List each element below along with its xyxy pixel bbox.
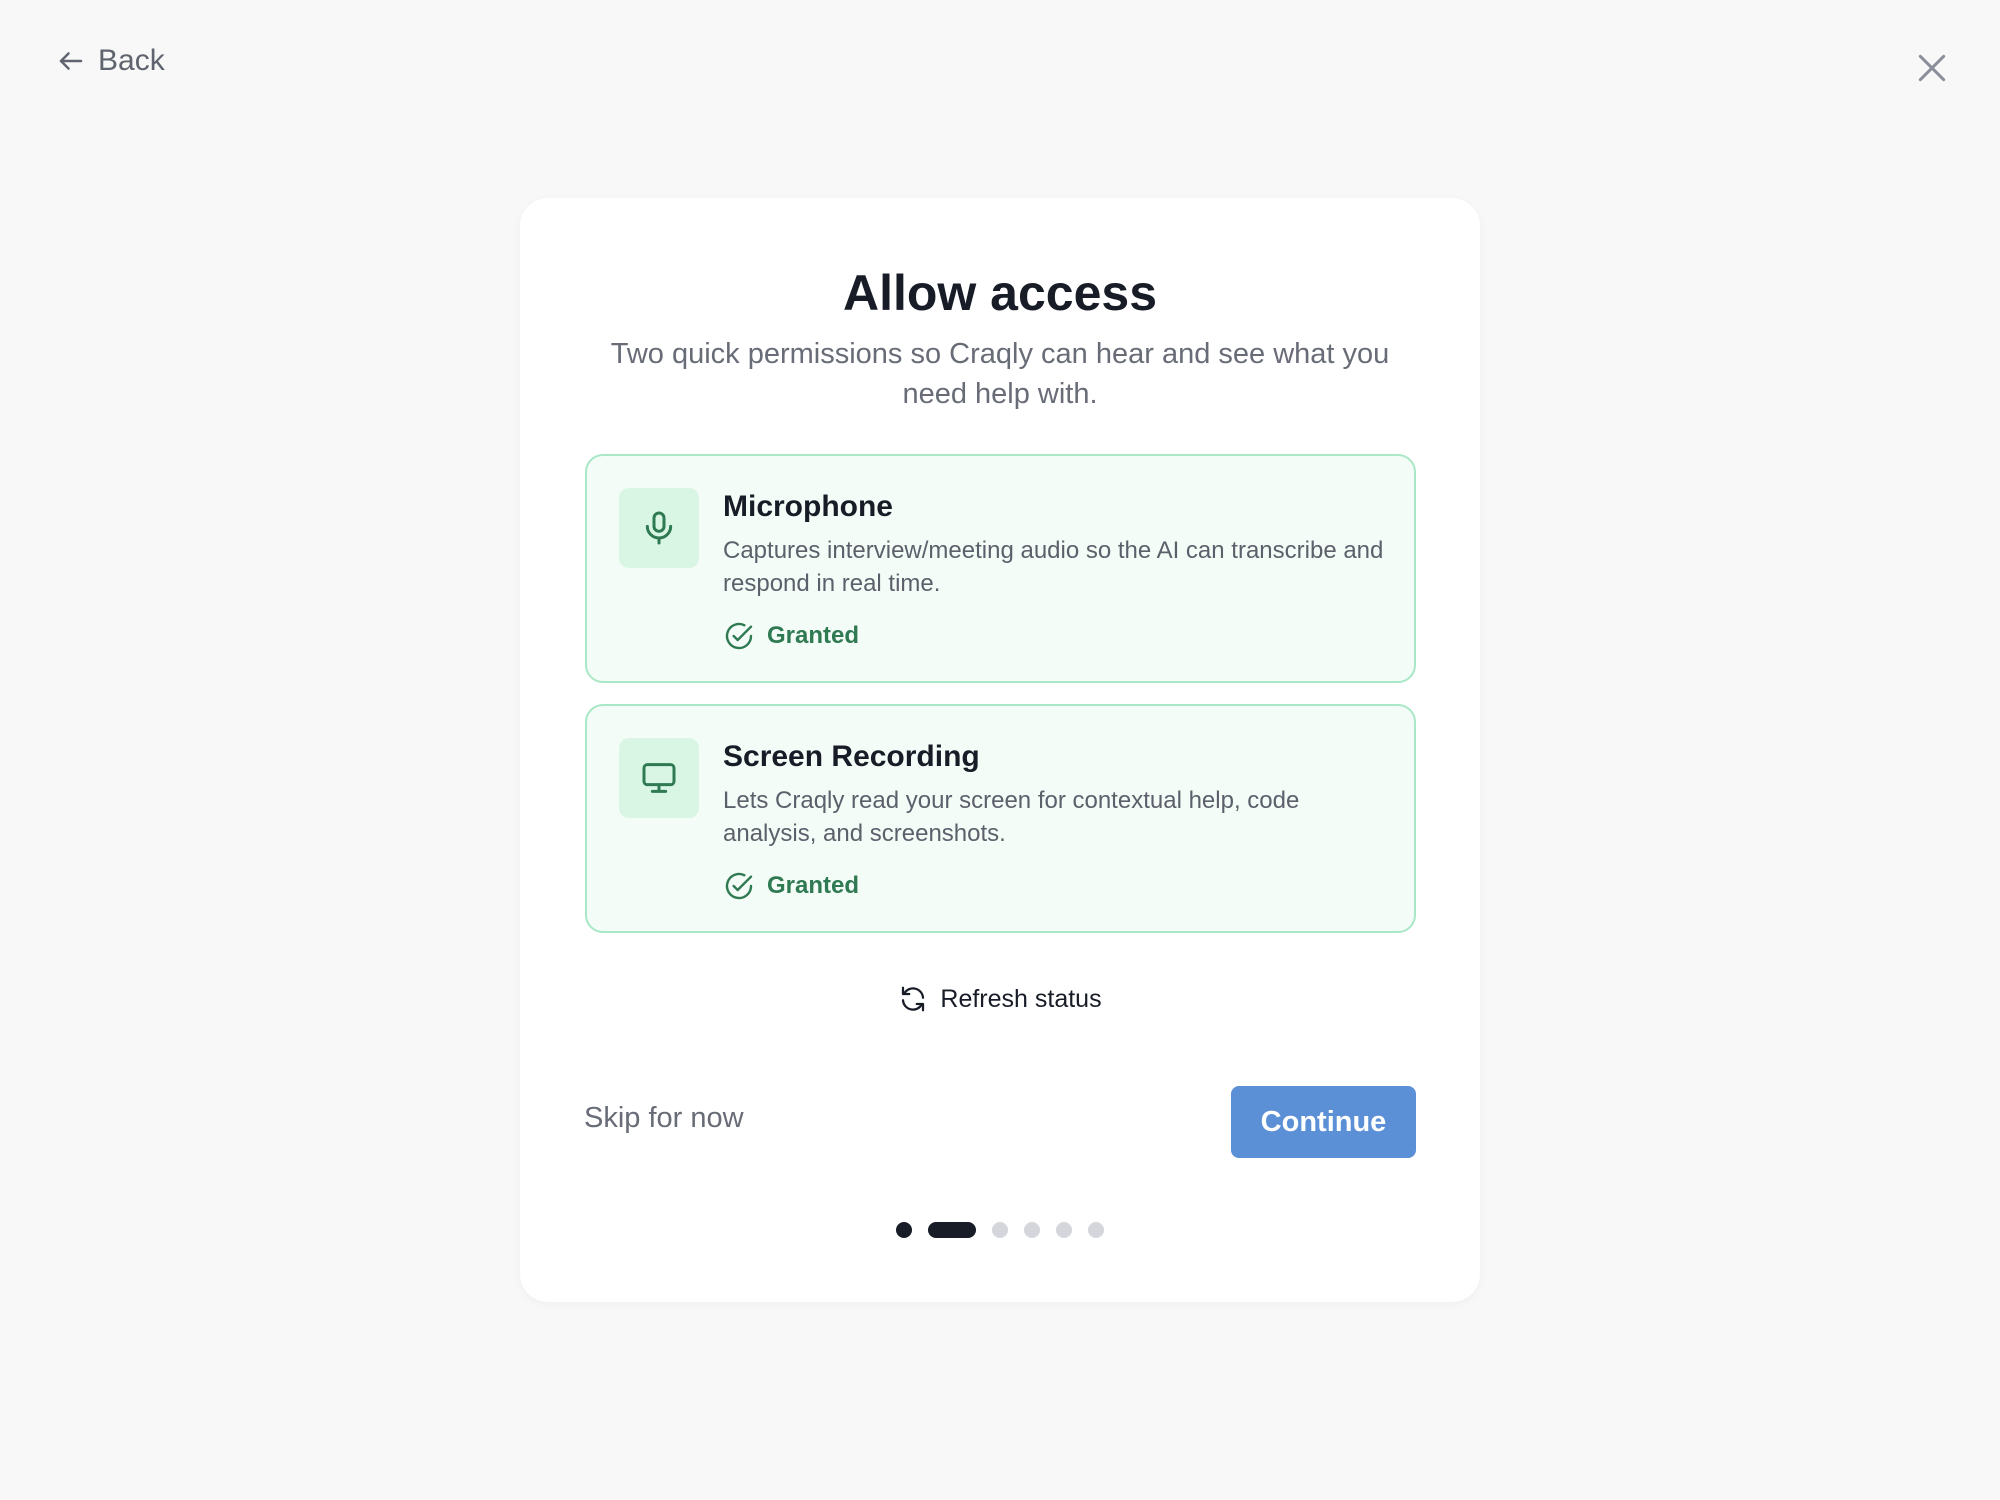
step-dot	[992, 1222, 1008, 1238]
step-dot	[1088, 1222, 1104, 1238]
microphone-icon	[645, 511, 673, 545]
permission-card-screen-recording: Screen Recording Lets Craqly read your s…	[585, 704, 1416, 933]
permission-description: Captures interview/meeting audio so the …	[723, 537, 1384, 597]
continue-button[interactable]: Continue	[1231, 1086, 1416, 1158]
back-button[interactable]: Back	[56, 44, 165, 78]
skip-button[interactable]: Skip for now	[584, 1102, 744, 1135]
page-subtitle: Two quick permissions so Craqly can hear…	[610, 338, 1390, 410]
refresh-status-button[interactable]: Refresh status	[0, 984, 2000, 1014]
monitor-icon-badge	[619, 738, 699, 818]
permission-title: Screen Recording	[723, 740, 980, 773]
step-indicator	[0, 1222, 2000, 1238]
permission-status-badge: Granted	[723, 870, 859, 902]
refresh-icon	[902, 986, 925, 1012]
page-title: Allow access	[842, 265, 1158, 321]
step-dot	[1024, 1222, 1040, 1238]
permission-title: Microphone	[723, 490, 893, 523]
back-label: Back	[98, 44, 165, 77]
microphone-icon-badge	[619, 488, 699, 568]
step-dot	[1056, 1222, 1072, 1238]
permission-status-label: Granted	[767, 622, 860, 649]
permission-card-microphone: Microphone Captures interview/meeting au…	[585, 454, 1416, 683]
permission-status-badge: Granted	[723, 620, 859, 652]
step-dot	[896, 1222, 912, 1238]
monitor-icon	[642, 763, 676, 793]
step-dot-active	[928, 1222, 976, 1238]
refresh-status-label: Refresh status	[940, 984, 1102, 1013]
check-circle-icon	[725, 872, 753, 900]
close-icon[interactable]	[1912, 48, 1952, 88]
permission-description: Lets Craqly read your screen for context…	[723, 787, 1300, 847]
arrow-left-icon	[59, 52, 83, 70]
permission-status-label: Granted	[767, 872, 860, 899]
check-circle-icon	[725, 622, 753, 650]
